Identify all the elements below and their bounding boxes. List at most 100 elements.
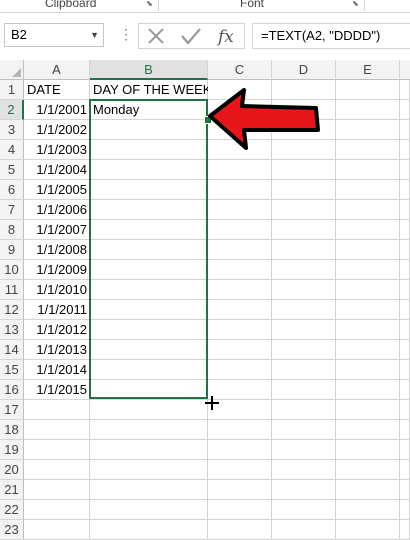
column-header-a[interactable]: A — [24, 60, 90, 80]
cell-f22[interactable] — [400, 500, 410, 520]
cell-e3[interactable] — [336, 120, 400, 140]
cell-f12[interactable] — [400, 300, 410, 320]
row-header[interactable]: 21 — [0, 480, 24, 500]
cell-e9[interactable] — [336, 240, 400, 260]
cell-d16[interactable] — [272, 380, 336, 400]
cell-b6[interactable] — [90, 180, 208, 200]
cell-a20[interactable] — [24, 460, 90, 480]
cell-f15[interactable] — [400, 360, 410, 380]
row-header[interactable]: 18 — [0, 420, 24, 440]
cell-e17[interactable] — [336, 400, 400, 420]
cell-c15[interactable] — [208, 360, 272, 380]
row-header[interactable]: 9 — [0, 240, 24, 260]
cell-c19[interactable] — [208, 440, 272, 460]
cell-e15[interactable] — [336, 360, 400, 380]
cell-a17[interactable] — [24, 400, 90, 420]
cell-f5[interactable] — [400, 160, 410, 180]
cell-f3[interactable] — [400, 120, 410, 140]
row-header[interactable]: 19 — [0, 440, 24, 460]
cell-a16[interactable]: 1/1/2015 — [24, 380, 90, 400]
column-header-b[interactable]: B — [90, 60, 208, 80]
column-header-f-partial[interactable] — [400, 60, 410, 80]
cell-c6[interactable] — [208, 180, 272, 200]
column-header-c[interactable]: C — [208, 60, 272, 80]
cell-e11[interactable] — [336, 280, 400, 300]
row-header[interactable]: 16 — [0, 380, 24, 400]
cell-b19[interactable] — [90, 440, 208, 460]
select-all-button[interactable] — [0, 60, 24, 80]
cell-c7[interactable] — [208, 200, 272, 220]
cell-a5[interactable]: 1/1/2004 — [24, 160, 90, 180]
cell-e12[interactable] — [336, 300, 400, 320]
cell-d7[interactable] — [272, 200, 336, 220]
cell-c11[interactable] — [208, 280, 272, 300]
row-header[interactable]: 7 — [0, 200, 24, 220]
cell-b2[interactable]: Monday — [90, 100, 208, 120]
row-header[interactable]: 10 — [0, 260, 24, 280]
cell-e16[interactable] — [336, 380, 400, 400]
cell-c12[interactable] — [208, 300, 272, 320]
cell-b3[interactable] — [90, 120, 208, 140]
cell-f6[interactable] — [400, 180, 410, 200]
cell-a12[interactable]: 1/1/2011 — [24, 300, 90, 320]
cell-f14[interactable] — [400, 340, 410, 360]
cell-a15[interactable]: 1/1/2014 — [24, 360, 90, 380]
enter-icon[interactable] — [179, 25, 203, 47]
cell-f9[interactable] — [400, 240, 410, 260]
cell-f21[interactable] — [400, 480, 410, 500]
cell-f4[interactable] — [400, 140, 410, 160]
cell-a9[interactable]: 1/1/2008 — [24, 240, 90, 260]
cell-a13[interactable]: 1/1/2012 — [24, 320, 90, 340]
cell-b21[interactable] — [90, 480, 208, 500]
cell-b13[interactable] — [90, 320, 208, 340]
cell-d20[interactable] — [272, 460, 336, 480]
cell-b1[interactable]: DAY OF THE WEEK — [90, 80, 211, 100]
cell-d14[interactable] — [272, 340, 336, 360]
cell-c9[interactable] — [208, 240, 272, 260]
cell-b8[interactable] — [90, 220, 208, 240]
cell-e7[interactable] — [336, 200, 400, 220]
cell-e21[interactable] — [336, 480, 400, 500]
chevron-down-icon[interactable]: ▼ — [90, 24, 99, 46]
column-header-d[interactable]: D — [272, 60, 336, 80]
cell-d18[interactable] — [272, 420, 336, 440]
row-header[interactable]: 13 — [0, 320, 24, 340]
cell-e4[interactable] — [336, 140, 400, 160]
row-header[interactable]: 3 — [0, 120, 24, 140]
cell-b16[interactable] — [90, 380, 208, 400]
cell-c18[interactable] — [208, 420, 272, 440]
row-header[interactable]: 12 — [0, 300, 24, 320]
cell-a1[interactable]: DATE — [24, 80, 90, 100]
cancel-icon[interactable] — [145, 25, 167, 47]
cell-f18[interactable] — [400, 420, 410, 440]
cell-a19[interactable] — [24, 440, 90, 460]
cell-b23[interactable] — [90, 520, 208, 540]
clipboard-dialog-launcher-icon[interactable]: ⬊ — [146, 0, 154, 8]
cell-e19[interactable] — [336, 440, 400, 460]
cell-e18[interactable] — [336, 420, 400, 440]
row-header[interactable]: 1 — [0, 80, 24, 100]
cell-a4[interactable]: 1/1/2003 — [24, 140, 90, 160]
cell-e6[interactable] — [336, 180, 400, 200]
cell-f20[interactable] — [400, 460, 410, 480]
row-header[interactable]: 11 — [0, 280, 24, 300]
row-header[interactable]: 8 — [0, 220, 24, 240]
cell-b9[interactable] — [90, 240, 208, 260]
cell-d6[interactable] — [272, 180, 336, 200]
cell-c22[interactable] — [208, 500, 272, 520]
cell-e10[interactable] — [336, 260, 400, 280]
cell-b5[interactable] — [90, 160, 208, 180]
cell-a3[interactable]: 1/1/2002 — [24, 120, 90, 140]
cell-c13[interactable] — [208, 320, 272, 340]
row-header[interactable]: 17 — [0, 400, 24, 420]
cell-f17[interactable] — [400, 400, 410, 420]
cell-b11[interactable] — [90, 280, 208, 300]
cell-f13[interactable] — [400, 320, 410, 340]
column-header-e[interactable]: E — [336, 60, 400, 80]
cell-c20[interactable] — [208, 460, 272, 480]
cell-a7[interactable]: 1/1/2006 — [24, 200, 90, 220]
cell-c8[interactable] — [208, 220, 272, 240]
formula-input[interactable]: =TEXT(A2, "DDDD") — [252, 23, 410, 49]
cell-d23[interactable] — [272, 520, 336, 540]
cell-d19[interactable] — [272, 440, 336, 460]
